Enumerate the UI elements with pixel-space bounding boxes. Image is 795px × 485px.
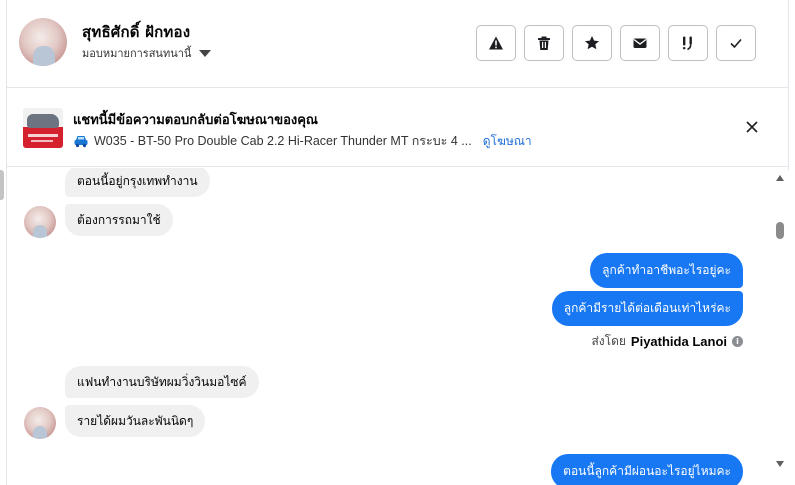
close-banner-button[interactable]	[743, 118, 761, 136]
car-image	[27, 114, 59, 128]
agent-name: Piyathida Lanoi	[630, 334, 727, 349]
message-thread[interactable]: ตอนนี้อยู่กรุงเทพทำงาน ต้องการรถมาใช้ ลู…	[7, 168, 772, 485]
assign-label: มอบหมายการสนทนานี้	[82, 47, 192, 60]
outgoing-message: ลูกค้ามีรายได้ต่อเดือนเท่าไหร่คะ	[551, 291, 743, 326]
ad-thumbnail[interactable]	[23, 108, 63, 148]
envelope-icon	[633, 38, 647, 48]
assign-conversation-dropdown[interactable]: มอบหมายการสนทนานี้	[82, 44, 212, 62]
thumb-text-line	[28, 134, 58, 137]
car-icon	[74, 136, 88, 148]
mark-done-button[interactable]	[716, 25, 756, 61]
outgoing-message: ตอนนี้ลูกค้ามีผ่อนอะไรอยู่ไหมคะ	[551, 454, 743, 485]
incoming-message: รายได้ผมวันละพันนิดๆ	[65, 405, 206, 437]
thread-scrollbar[interactable]	[772, 168, 788, 485]
mark-unread-button[interactable]	[620, 25, 660, 61]
contact-avatar-small	[24, 407, 56, 439]
sent-by-prefix: ส่งโดย	[591, 334, 626, 348]
chevron-down-icon	[199, 49, 212, 57]
follow-up-button[interactable]	[668, 25, 708, 61]
incoming-message: ต้องการรถมาใช้	[65, 204, 173, 236]
trash-icon	[538, 36, 550, 50]
contact-name[interactable]: สุทธิศักดิ์ ฝักทอง	[82, 20, 190, 44]
warning-icon	[489, 36, 503, 50]
ad-info-row: W035 - BT-50 Pro Double Cab 2.2 Hi-Racer…	[73, 131, 532, 151]
info-icon[interactable]: i	[732, 336, 743, 347]
delete-button[interactable]	[524, 25, 564, 61]
scroll-thumb[interactable]	[776, 222, 784, 239]
conversation-header: สุทธิศักดิ์ ฝักทอง มอบหมายการสนทนานี้	[7, 0, 788, 88]
report-spam-button[interactable]	[476, 25, 516, 61]
incoming-message: แฟนทำงานบริษัทผมวิ่งวินมอไซค์	[65, 366, 259, 398]
banner-title: แชทนี้มีข้อความตอบกลับต่อโฆษณาของคุณ	[73, 113, 318, 128]
contact-avatar-small	[24, 206, 56, 238]
ad-reply-banner: แชทนี้มีข้อความตอบกลับต่อโฆษณาของคุณ W03…	[7, 89, 788, 167]
contact-avatar[interactable]	[19, 18, 67, 66]
scroll-down-arrow-icon[interactable]	[776, 461, 784, 467]
close-icon	[746, 121, 758, 133]
right-panel-edge	[788, 0, 795, 170]
conversation-panel: สุทธิศักดิ์ ฝักทอง มอบหมายการสนทนานี้ แช…	[0, 0, 795, 485]
incoming-message: ตอนนี้อยู่กรุงเทพทำงาน	[65, 168, 210, 197]
follow-up-icon	[683, 36, 692, 51]
outgoing-message: ลูกค้าทำอาชีพอะไรอยู่คะ	[590, 253, 743, 288]
ad-description: W035 - BT-50 Pro Double Cab 2.2 Hi-Racer…	[94, 134, 472, 148]
left-scroll-knob[interactable]	[0, 170, 4, 200]
scroll-up-arrow-icon[interactable]	[776, 175, 784, 181]
left-panel-edge	[0, 0, 7, 485]
check-icon	[730, 38, 742, 49]
thumb-text-line	[31, 140, 53, 142]
view-ad-link[interactable]: ดูโฆษณา	[483, 132, 532, 151]
star-icon	[585, 36, 599, 50]
star-button[interactable]	[572, 25, 612, 61]
sent-by-label: ส่งโดย Piyathida Lanoi i	[591, 332, 743, 351]
